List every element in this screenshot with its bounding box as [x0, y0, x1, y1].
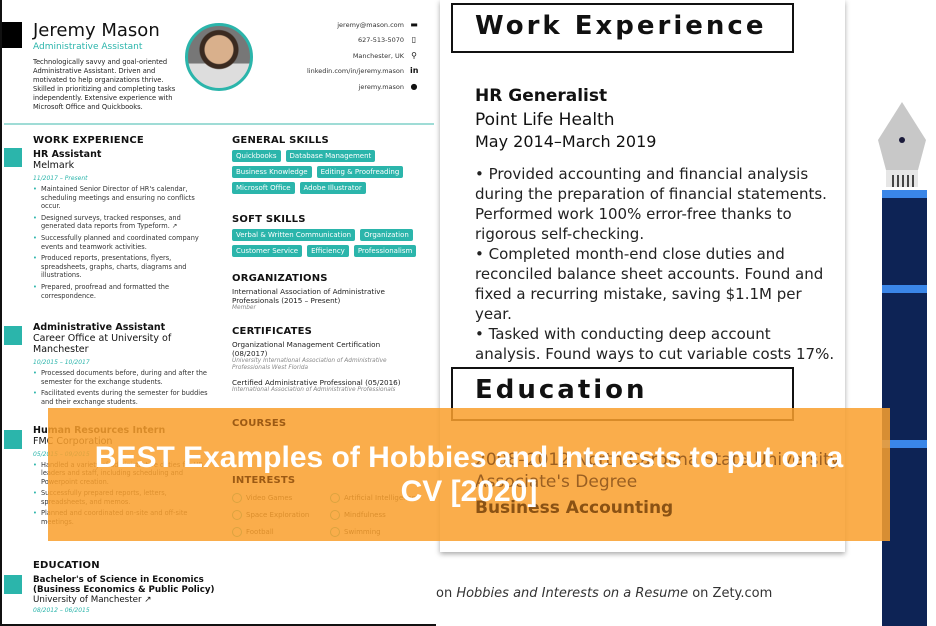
- job-dates: 10/2015 – 10/2017: [33, 359, 90, 367]
- contact-skype: jeremy.mason ●: [358, 81, 418, 91]
- skill-tag: Microsoft Office: [232, 182, 295, 194]
- interest-item: Space Exploration: [232, 510, 330, 520]
- interests-heading: INTERESTS: [232, 475, 296, 486]
- job-bullets: • Provided accounting and financial anal…: [475, 165, 835, 363]
- ai-chip-icon: [330, 493, 340, 503]
- right-column: GENERAL SKILLS Quickbooks Database Manage…: [232, 135, 432, 537]
- email-icon: ▬: [410, 19, 418, 29]
- certificate-name: Organizational Management Certification …: [232, 340, 381, 358]
- contact-phone: 627-513-5070 ▯: [357, 35, 417, 45]
- gamepad-icon: [232, 493, 242, 503]
- section-marker: [4, 326, 22, 345]
- job-dates: 05/2015 – 09/2015: [33, 450, 90, 458]
- contact-list: jeremy@mason.com ▬ 627-513-5070 ▯ Manchest…: [218, 17, 418, 95]
- phone-icon: ▯: [411, 35, 417, 45]
- job-bullet: Successfully prepared reports, letters, …: [33, 489, 213, 506]
- degree-line: Associate's Degree: [475, 472, 638, 492]
- work-experience-section: WORK EXPERIENCE HR Assistant Melmark 11/20…: [33, 135, 213, 530]
- contact-email: jeremy@mason.com ▬: [337, 19, 418, 29]
- company: Career Office at University of Mancheste…: [33, 333, 172, 356]
- work-experience-heading: Work Experience: [451, 3, 794, 53]
- certificate-issuer: International Association of Administrat…: [232, 387, 396, 393]
- job-title: Human Resources Intern: [33, 424, 166, 436]
- resume-sample: Jeremy Mason Administrative Assistant Te…: [0, 0, 436, 626]
- company: FMC Corporation: [33, 435, 113, 447]
- company: Melmark: [33, 160, 75, 171]
- field-line: Business Accounting: [475, 498, 674, 518]
- section-marker: [4, 575, 22, 594]
- location-pin-icon: ⚲: [411, 50, 417, 60]
- interest-item: Mindfulness: [330, 510, 430, 520]
- header-divider: [4, 123, 434, 125]
- soft-skills-tags: Verbal & Written Communication Organizati…: [232, 229, 432, 257]
- interest-item: Swimming: [330, 527, 430, 537]
- job-bullet: Produced reports, presentations, flyers,…: [33, 254, 213, 280]
- skill-tag: Efficiency: [307, 245, 349, 257]
- skill-tag: Quickbooks: [232, 150, 281, 162]
- certificate-issuer: University International Association of …: [232, 358, 387, 371]
- contact-location: Manchester, UK ⚲: [352, 50, 417, 60]
- job-title: HR Generalist: [475, 86, 608, 106]
- skill-tag: Editing & Proofreading: [316, 166, 404, 178]
- job-dates: May 2014–March 2019: [475, 132, 657, 151]
- degree: Bachelor's of Science in Economics (Busi…: [33, 575, 215, 595]
- organization-name: International Association of Administrat…: [232, 287, 385, 305]
- job-entry: Administrative Assistant Career Office at…: [33, 322, 213, 406]
- interest-item: Artificial Intelligence: [330, 493, 430, 503]
- organization-role: Member: [232, 305, 256, 311]
- job-bullet: Designed surveys, tracked responses, and…: [33, 214, 213, 231]
- education-dates: 08/2012 – 06/2015: [33, 607, 90, 614]
- skill-tag: Organization: [360, 229, 413, 241]
- football-icon: [232, 527, 242, 537]
- job-bullet: Planned and coordinated on-site and off-…: [33, 509, 213, 526]
- education-heading: Education: [451, 367, 794, 421]
- job-bullet: Handled a variety of administrative duti…: [33, 461, 213, 487]
- contact-linkedin: linkedin.com/in/jeremy.mason in: [306, 66, 419, 76]
- job-dates: 11/2017 – Present: [33, 175, 88, 182]
- section-marker: [4, 430, 22, 449]
- swimming-icon: [330, 527, 340, 537]
- job-entry: HR AssistantMelmark 11/2017 – Present Main…: [33, 149, 213, 300]
- job-bullet: Facilitated events during the semester f…: [33, 389, 213, 406]
- company: Point Life Health: [475, 110, 615, 130]
- courses-heading: COURSES: [232, 418, 287, 429]
- section-marker: [4, 148, 22, 167]
- interest-item: Football: [232, 527, 330, 537]
- interests-list: Video Games Artificial Intelligence Space …: [232, 493, 432, 537]
- fountain-pen-illustration: [878, 102, 927, 626]
- school: University of Manchester ↗: [33, 595, 152, 605]
- job-bullet: Successfully planned and coordinated com…: [33, 234, 213, 251]
- education-section: EDUCATION Bachelor's of Science in Econo…: [33, 560, 223, 617]
- general-skills-tags: Quickbooks Database Management Business Kn…: [232, 150, 432, 194]
- resume-title: Administrative Assistant: [33, 42, 143, 52]
- header-accent-block: [2, 22, 22, 48]
- job-bullet: Prepared, proofread and formatted the co…: [33, 283, 213, 300]
- meditation-icon: [330, 510, 340, 520]
- skill-tag: Adobe Illustrator: [299, 182, 366, 194]
- job-title: Administrative Assistant: [33, 322, 166, 334]
- resume-name: Jeremy Mason: [33, 20, 160, 41]
- source-caption: on Hobbies and Interests on a Resume on …: [436, 586, 773, 601]
- linkedin-icon: in: [410, 66, 419, 76]
- skill-tag: Professionalism: [353, 245, 417, 257]
- rocket-icon: [232, 510, 242, 520]
- job-bullet: Processed documents before, during and a…: [33, 369, 213, 386]
- education-line: 2008–2012 North Carolina State Universit…: [475, 450, 840, 470]
- job-bullet: Maintained Senior Director of HR's calen…: [33, 185, 213, 211]
- skill-tag: Verbal & Written Communication: [232, 229, 356, 241]
- skill-tag: Database Management: [285, 150, 376, 162]
- skill-tag: Customer Service: [232, 245, 303, 257]
- job-entry: Human Resources Intern FMC Corporation 05/…: [33, 425, 213, 527]
- skype-icon: ●: [410, 81, 418, 91]
- resume-summary: Technologically savvy and goal-oriented …: [33, 58, 176, 111]
- interest-item: Video Games: [232, 493, 330, 503]
- certificate-name: Certified Administrative Professional (0…: [232, 378, 401, 387]
- skill-tag: Business Knowledge: [232, 166, 312, 178]
- job-title: HR Assistant: [33, 149, 102, 160]
